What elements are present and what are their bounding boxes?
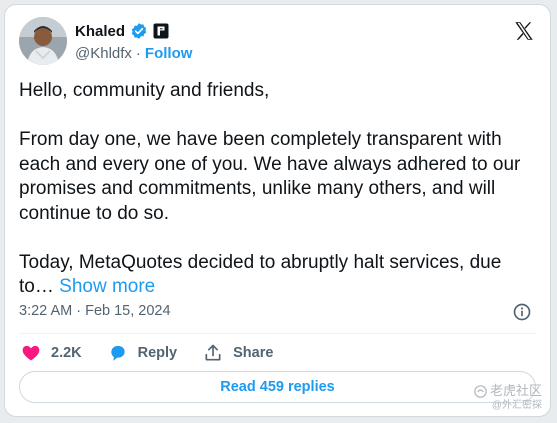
- share-icon: [205, 344, 221, 361]
- divider: [19, 333, 536, 334]
- tweet-card: Khaled @Khldfx · Follow Hello, community…: [4, 4, 551, 417]
- show-more-link[interactable]: Show more: [59, 276, 155, 297]
- watermark-title: 老虎社区: [489, 383, 542, 398]
- share-label: Share: [233, 345, 274, 361]
- watermark: 老虎社区 @外汇密探: [474, 383, 542, 413]
- x-logo-icon[interactable]: [513, 20, 535, 47]
- reply-label: Reply: [137, 345, 178, 361]
- handle-row: @Khldfx · Follow: [75, 45, 192, 62]
- tweet-paragraph-2: From day one, we have been completely tr…: [19, 129, 521, 224]
- affiliate-badge-icon: [153, 23, 169, 39]
- verified-badge-icon: [130, 22, 148, 40]
- tweet-paragraph-3: Today, MetaQuotes decided to abruptly ha…: [19, 251, 539, 300]
- tiger-logo-icon: [474, 385, 487, 398]
- separator-dot: ·: [135, 45, 141, 62]
- tweet-paragraph-1: Hello, community and friends,: [19, 80, 270, 101]
- reply-button[interactable]: Reply: [108, 343, 178, 363]
- tweet-timestamp[interactable]: 3:22 AM · Feb 15, 2024: [19, 303, 171, 319]
- tweet-text: Hello, community and friends, From day o…: [19, 79, 539, 300]
- like-button[interactable]: 2.2K: [21, 343, 82, 363]
- watermark-subtitle: @外汇密探: [491, 400, 542, 412]
- author-handle[interactable]: @Khldfx: [75, 45, 132, 62]
- heart-icon: [22, 345, 40, 361]
- author-name-row[interactable]: Khaled: [75, 22, 169, 40]
- read-replies-button[interactable]: Read 459 replies: [19, 371, 536, 403]
- share-button[interactable]: Share: [203, 343, 273, 363]
- reply-bubble-icon: [110, 345, 125, 361]
- action-bar: 2.2K Reply Share: [21, 343, 299, 363]
- info-icon[interactable]: [512, 302, 532, 327]
- avatar[interactable]: [19, 17, 67, 65]
- follow-button[interactable]: Follow: [145, 45, 193, 62]
- like-count: 2.2K: [51, 345, 82, 361]
- author-name[interactable]: Khaled: [75, 23, 125, 40]
